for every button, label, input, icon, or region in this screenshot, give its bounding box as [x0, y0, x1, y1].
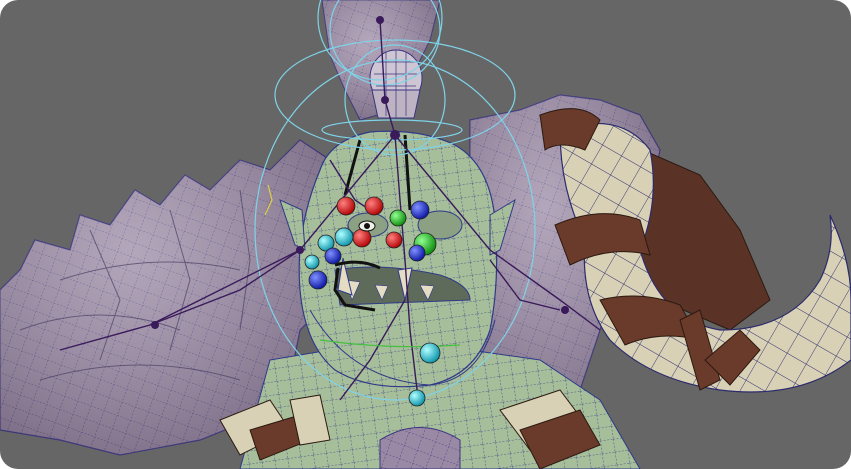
nose-control[interactable] — [408, 244, 426, 262]
brow-control-right[interactable] — [410, 200, 430, 220]
jaw-control[interactable] — [419, 342, 441, 364]
cheek-control-left-3[interactable] — [324, 247, 342, 265]
brow-control-left-outer[interactable] — [336, 196, 356, 216]
lip-control-left-2[interactable] — [304, 254, 320, 270]
3d-viewport[interactable] — [0, 0, 851, 469]
eye-control-right[interactable] — [385, 231, 403, 249]
neck-control[interactable] — [408, 389, 426, 407]
brow-control-left-inner[interactable] — [364, 196, 384, 216]
lip-control-left[interactable] — [308, 270, 328, 290]
brow-control-center[interactable] — [389, 209, 407, 227]
eye-control-left[interactable] — [352, 228, 372, 248]
eye-left — [358, 220, 376, 232]
cheek-control-left[interactable] — [334, 227, 354, 247]
scene-canvas[interactable] — [0, 0, 851, 469]
